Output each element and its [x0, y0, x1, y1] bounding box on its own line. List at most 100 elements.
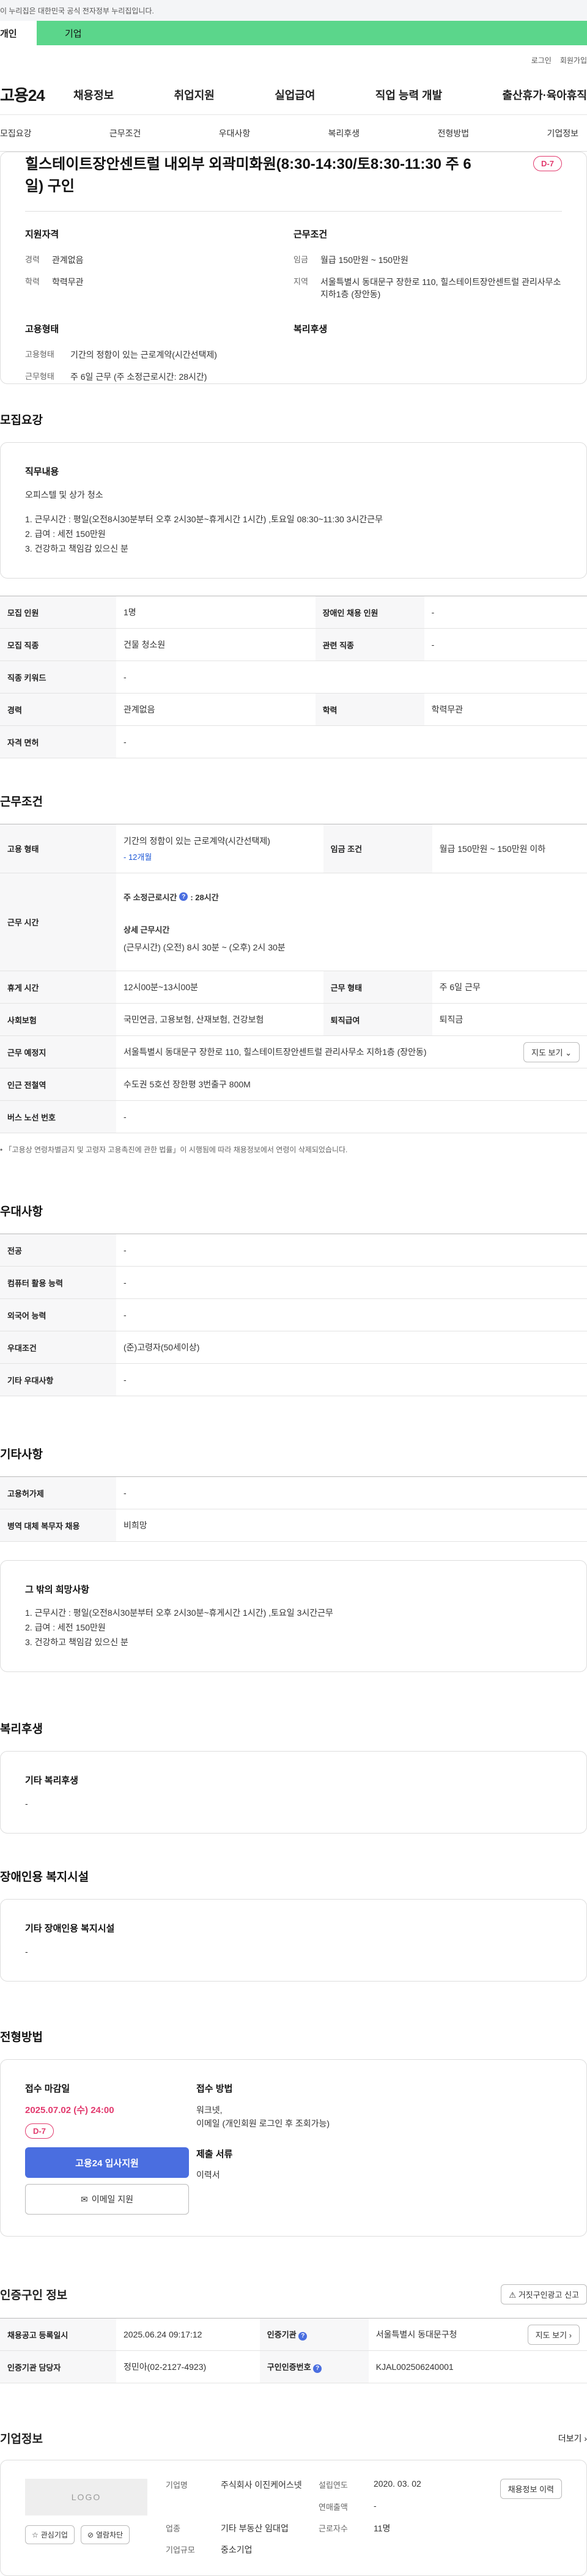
gnb-item-vocational-training[interactable]: 직업 능력 개발 — [375, 87, 442, 103]
apply-card: 접수 마감일 2025.07.02 (수) 24:00 D-7 고용24 입사지… — [0, 2059, 587, 2237]
duty-spacer — [25, 502, 562, 512]
duty-box: 직무내용 오피스텔 및 상가 청소 1. 근무시간 : 평일(오전8시30분부터… — [0, 442, 587, 579]
map-view-button[interactable]: 지도 보기 ⌄ — [523, 1042, 580, 1062]
table-row: 근무 시간 주 소정근로시간 ? : 28시간 상세 근무시간 (근무시간) (… — [0, 873, 587, 971]
section-welfare-title: 복리후생 — [0, 1723, 43, 1736]
apply-button[interactable]: 고용24 입사지원 — [25, 2147, 189, 2178]
other-line: 3. 건강하고 책임감 있으신 분 — [25, 1637, 128, 1647]
gnb-item-employment-support[interactable]: 취업지원 — [174, 87, 215, 103]
welfare-item-heading: 기타 복리후생 — [25, 1775, 78, 1786]
anchor-recruit[interactable]: 모집요강 — [0, 127, 32, 139]
employees-label: 근로자수 — [319, 2523, 348, 2533]
job-history-button[interactable]: 채용정보 이력 — [500, 2479, 562, 2499]
anchor-selection[interactable]: 전형방법 — [438, 127, 470, 139]
table-row: 모집 직종 건물 청소원 관련 직종 - — [0, 628, 587, 661]
cell-label: 인근 전철역 — [0, 1068, 116, 1101]
cell-label: 사회보험 — [0, 1003, 116, 1036]
career-value: 관계없음 — [52, 255, 84, 265]
block-icon: ⊘ — [87, 2530, 94, 2539]
deadline-value: 2025.07.02 (수) 24:00 — [25, 2105, 114, 2115]
section-cert-title: 인증구인 정보 — [0, 2289, 68, 2302]
info-icon[interactable]: ? — [179, 892, 188, 901]
cell-value: 정민아(02-2127-4923) — [116, 2350, 260, 2383]
table-row: 사회보험 국민연금, 고용보험, 산재보험, 건강보험 퇴직급여 퇴직금 — [0, 1003, 587, 1036]
favorite-company-button[interactable]: ☆ 관심기업 — [25, 2525, 75, 2544]
cell-label: 버스 노선 번호 — [0, 1100, 116, 1133]
cell-label: 근무 형태 — [323, 971, 432, 1004]
cell-value: - — [116, 1298, 587, 1331]
cell-value: - — [116, 1363, 587, 1396]
section-company-title: 기업정보 — [0, 2433, 43, 2446]
cell-value: 주 6일 근무 — [432, 971, 587, 1004]
gnb-item-jobs[interactable]: 채용정보 — [73, 87, 114, 103]
section-etc-title: 기타사항 — [0, 1448, 43, 1461]
company-name-label: 기업명 — [166, 2481, 188, 2490]
report-fake-ad-button[interactable]: ⚠ 거짓구인광고 신고 — [501, 2284, 587, 2304]
section-selection-title: 전형방법 — [0, 2031, 43, 2044]
block-view-button[interactable]: ⊘ 열람차단 — [80, 2525, 130, 2544]
employees-value: 11명 — [374, 2523, 391, 2533]
agency-map-button[interactable]: 지도 보기 › — [527, 2324, 580, 2345]
welfare-heading: 복리후생 — [294, 324, 328, 335]
other-requests-box: 그 밖의 희망사항 1. 근무시간 : 평일(오전8시30분부터 오후 2시30… — [0, 1560, 587, 1672]
region-label: 지역 — [294, 277, 308, 286]
company-info-grid: 기업명 주식회사 이진케어스넷 설립연도 2020. 03. 02 연매출액 -… — [166, 2479, 453, 2557]
login-link[interactable]: 로그인 — [531, 55, 552, 65]
method-line: 워크넷, — [196, 2105, 223, 2115]
sales-label: 연매출액 — [319, 2502, 348, 2512]
contract-period-link[interactable]: - 12개월 — [124, 851, 316, 862]
education-label: 학력 — [25, 277, 40, 286]
duty-line: 1. 근무시간 : 평일(오전8시30분부터 오후 2시30분~휴게시간 1시간… — [25, 514, 383, 524]
table-row: 자격 면허 - — [0, 725, 587, 758]
docs-heading: 제출 서류 — [196, 2149, 233, 2160]
duty-line: 3. 건강하고 책임감 있으신 분 — [25, 544, 128, 553]
email-apply-button[interactable]: ✉ 이메일 지원 — [25, 2184, 189, 2215]
cell-value: KJAL002506240001 — [368, 2350, 587, 2383]
info-icon[interactable]: ? — [313, 2364, 322, 2373]
employment-type-value: 기간의 정함이 있는 근로계약(시간선택제) — [124, 836, 270, 846]
cell-label: 기타 우대사항 — [0, 1363, 116, 1396]
signup-link[interactable]: 회원가입 — [560, 55, 587, 65]
gnb-item-parental-leave[interactable]: 출산휴가·육아휴직 — [503, 87, 587, 103]
info-icon[interactable]: ? — [298, 2331, 308, 2341]
tab-personal[interactable]: 개인 — [0, 21, 37, 45]
cell-value: - — [424, 596, 587, 629]
company-more-link[interactable]: 더보기 › — [558, 2432, 587, 2445]
duty-line: 오피스텔 및 상가 청소 — [25, 490, 103, 500]
table-row: 경력 관계없음 학력 학력무관 — [0, 693, 587, 726]
table-row: 인근 전철역 수도권 5호선 장한평 3번출구 800M — [0, 1068, 587, 1101]
site-logo[interactable]: 고용24 — [0, 83, 73, 106]
section-disabled-title: 장애인용 복지시설 — [0, 1871, 89, 1884]
gnb-item-unemployment-benefit[interactable]: 실업급여 — [275, 87, 315, 103]
career-label: 경력 — [25, 255, 40, 264]
cell-value: 국민연금, 고용보험, 산재보험, 건강보험 — [116, 1003, 323, 1036]
education-value: 학력무관 — [52, 277, 84, 287]
anchor-preferences[interactable]: 우대사항 — [219, 127, 251, 139]
job-title: 힐스테이트장안센트럴 내외부 외곽미화원(8:30-14:30/토8:30-11… — [25, 156, 471, 194]
cell-label: 퇴직급여 — [323, 1003, 432, 1036]
cell-value: 수도권 5호선 장한평 3번출구 800M — [116, 1068, 587, 1101]
other-line: 2. 급여 : 세전 150만원 — [25, 1623, 106, 1632]
star-icon: ☆ — [32, 2530, 39, 2539]
cert-agency-value: 서울특별시 동대문구청 — [375, 2330, 457, 2339]
docs-value: 이력서 — [196, 2170, 220, 2180]
employment-type-value: 기간의 정함이 있는 근로계약(시간선택제) — [70, 350, 217, 360]
other-requests-heading: 그 밖의 희망사항 — [25, 1585, 89, 1595]
dday-badge: D-7 — [533, 156, 562, 171]
anchor-welfare[interactable]: 복리후생 — [328, 127, 360, 139]
anchor-conditions[interactable]: 근무조건 — [109, 127, 141, 139]
preferences-table: 전공 - 컴퓨터 활용 능력 - 외국어 능력 - 우대조건 (준)고령자(50세이상)… — [0, 1234, 587, 1396]
job-summary-card: 힐스테이트장안센트럴 내외부 외곽미화원(8:30-14:30/토8:30-11… — [0, 152, 587, 384]
tab-company[interactable]: 기업 — [37, 21, 587, 45]
conditions-heading: 근무조건 — [294, 229, 328, 240]
weekly-hours-label: 주 소정근로시간 — [124, 892, 177, 902]
welfare-item-value: - — [25, 1799, 28, 1808]
cell-label: 채용공고 등록일시 — [0, 2318, 116, 2351]
anchor-company[interactable]: 기업정보 — [547, 127, 578, 139]
cell-value: 비희망 — [116, 1509, 587, 1542]
table-row: 휴게 시간 12시00분~13시00분 근무 형태 주 6일 근무 — [0, 971, 587, 1004]
cell-label: 고용 형태 — [0, 824, 116, 873]
gov-banner: 이 누리집은 대한민국 공식 전자정부 누리집입니다. — [0, 0, 587, 21]
company-name-value: 주식회사 이진케어스넷 — [221, 2480, 302, 2490]
welfare-box: 기타 복리후생 - — [0, 1751, 587, 1834]
